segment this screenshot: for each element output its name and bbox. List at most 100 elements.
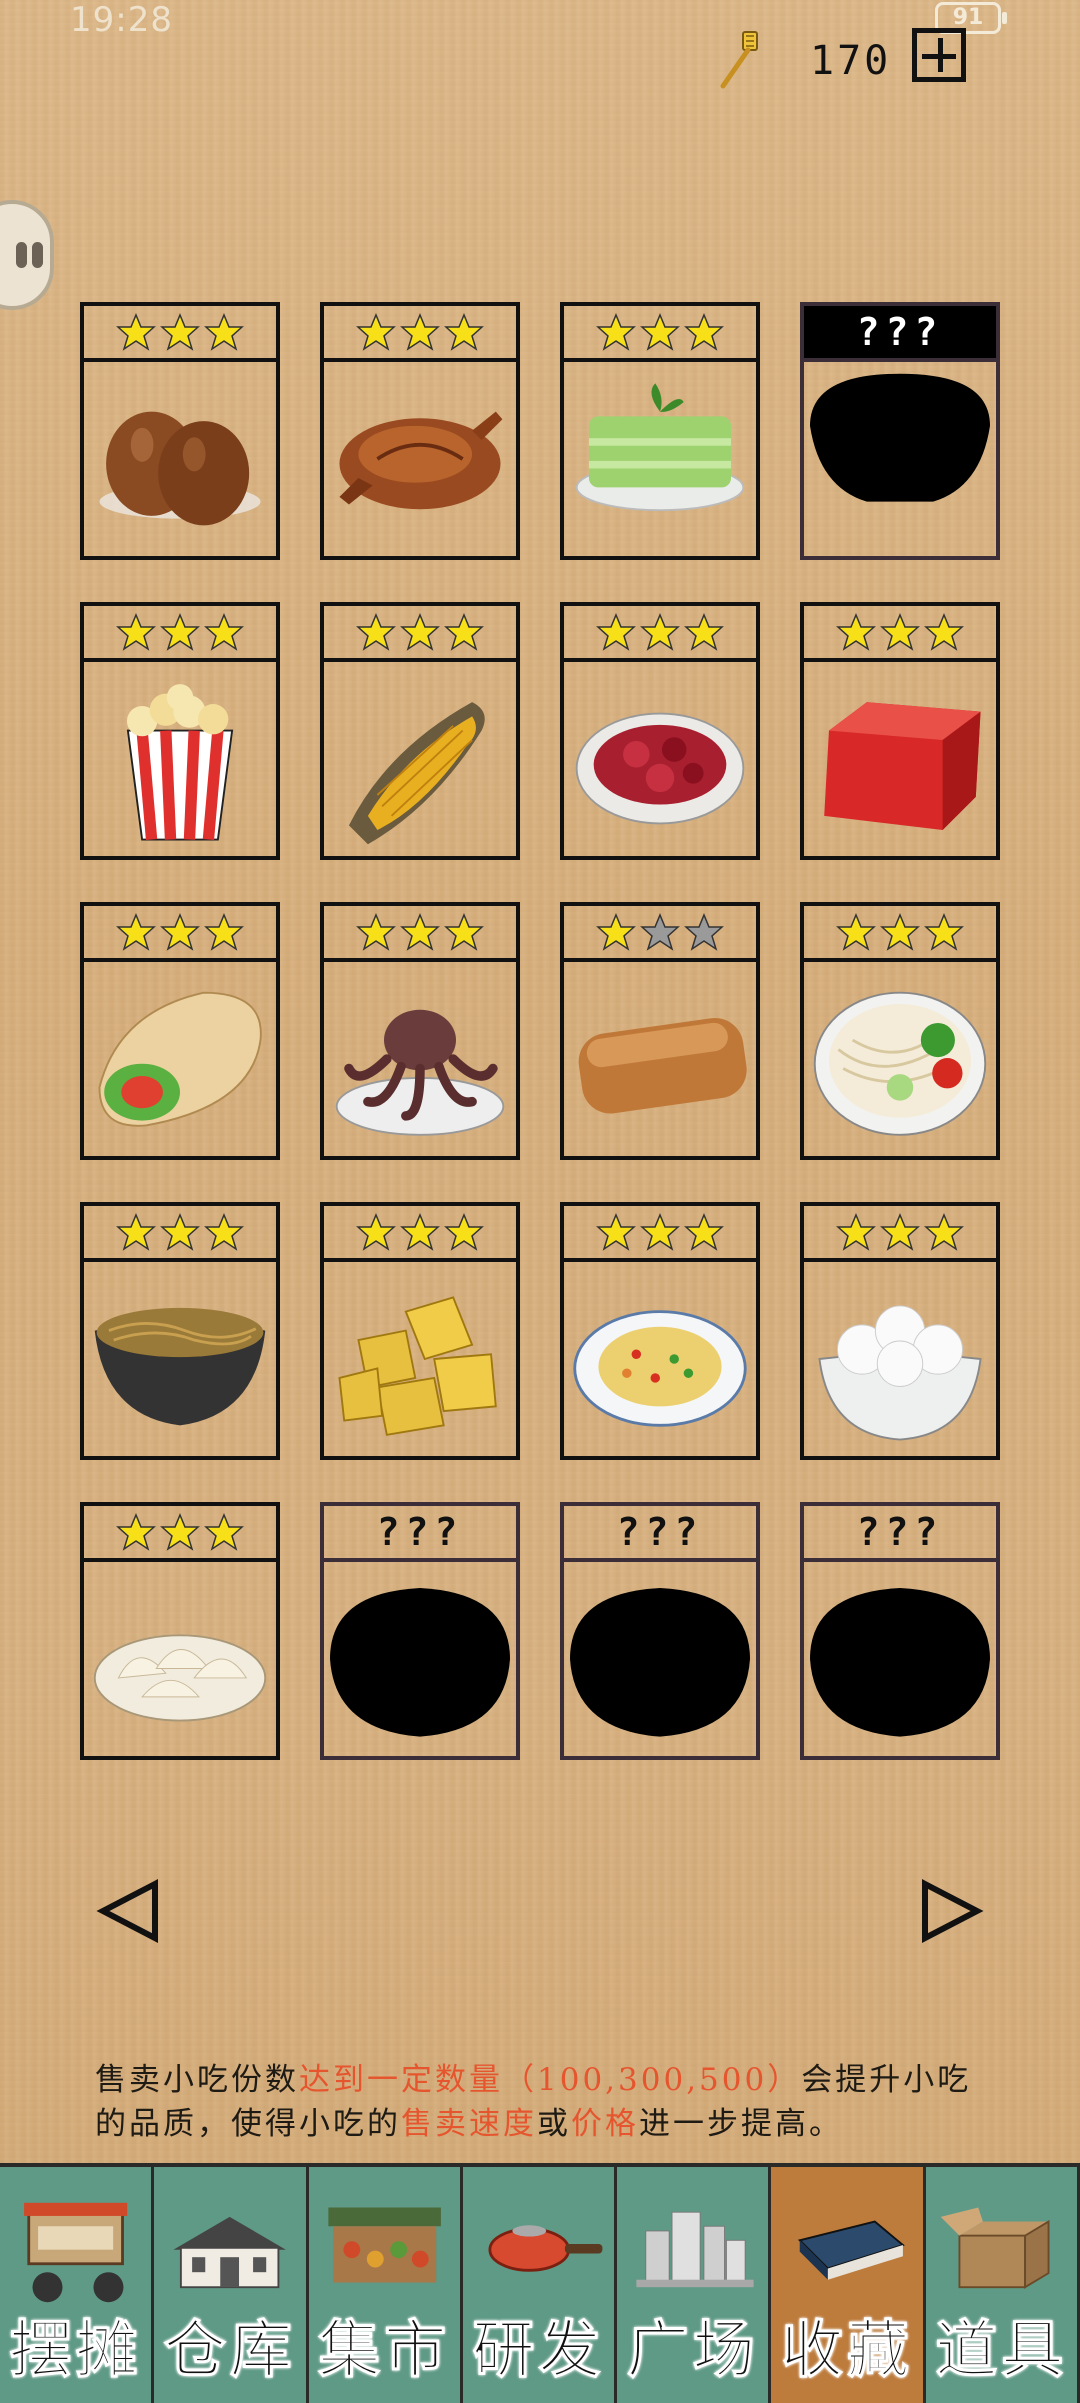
collection-card-dark-noodles[interactable] — [80, 1202, 280, 1460]
food-image-roasted-corn — [330, 668, 510, 850]
food-image-dumplings — [90, 1568, 270, 1750]
collection-card-popcorn[interactable] — [80, 602, 280, 860]
food-image-braised-meat — [570, 668, 750, 850]
collection-card-noodles-bowl[interactable] — [800, 902, 1000, 1160]
star-icon — [924, 613, 964, 651]
nav-tab-4[interactable]: 广场 — [617, 2163, 772, 2403]
status-time: 19:28 — [70, 0, 173, 40]
food-image-roast-chicken — [330, 368, 510, 550]
food-image-red-tofu — [810, 668, 990, 850]
star-icon — [116, 1213, 156, 1251]
food-image-noodles-bowl — [810, 968, 990, 1150]
prev-page-arrow[interactable] — [95, 1876, 165, 1946]
star-icon — [836, 613, 876, 651]
card-header — [84, 1506, 276, 1562]
nav-tab-5[interactable]: 收藏 — [771, 2163, 926, 2403]
nav-label: 集市 — [318, 2313, 451, 2387]
food-image-tea-eggs — [90, 368, 270, 550]
coin-count: 170 — [810, 38, 892, 84]
star-icon — [924, 913, 964, 951]
collection-card-crackers[interactable] — [320, 1202, 520, 1460]
collection-card-roast-chicken[interactable] — [320, 302, 520, 560]
info-text-1: 售卖小吃份数 — [95, 2062, 299, 2098]
star-icon — [684, 913, 724, 951]
card-header — [564, 606, 756, 662]
card-header — [564, 906, 756, 962]
star-icon — [204, 613, 244, 651]
star-icon — [204, 1213, 244, 1251]
card-header — [804, 1206, 996, 1262]
star-icon — [640, 1213, 680, 1251]
add-currency-button[interactable] — [912, 28, 966, 82]
next-page-arrow[interactable] — [915, 1876, 985, 1946]
collection-card-roasted-corn[interactable] — [320, 602, 520, 860]
star-icon — [444, 613, 484, 651]
card-header — [84, 1206, 276, 1262]
card-header — [84, 606, 276, 662]
book-icon — [781, 2185, 912, 2305]
collection-card-rice-balls[interactable] — [800, 1202, 1000, 1460]
collection-card-red-tofu[interactable] — [800, 602, 1000, 860]
info-text-3: 或 — [537, 2106, 571, 2142]
card-header — [804, 906, 996, 962]
collection-card-unknown-3[interactable]: ??? — [560, 1502, 760, 1760]
collection-card-octopus[interactable] — [320, 902, 520, 1160]
card-header — [84, 306, 276, 362]
collection-card-unknown-2[interactable]: ??? — [320, 1502, 520, 1760]
collection-card-unknown-4[interactable]: ??? — [800, 1502, 1000, 1760]
card-header — [324, 906, 516, 962]
nav-label: 收藏 — [781, 2313, 914, 2387]
collection-card-fried-dough[interactable] — [560, 902, 760, 1160]
star-icon — [400, 1213, 440, 1251]
card-header: ??? — [324, 1506, 516, 1562]
collection-card-dumplings[interactable] — [80, 1502, 280, 1760]
star-icon — [684, 313, 724, 351]
star-icon — [684, 1213, 724, 1251]
star-icon — [116, 1513, 156, 1551]
star-icon — [160, 313, 200, 351]
star-icon — [204, 913, 244, 951]
star-icon — [116, 613, 156, 651]
star-icon — [880, 913, 920, 951]
card-header: ??? — [564, 1506, 756, 1562]
nav-label: 道具 — [935, 2313, 1068, 2387]
locked-label: ??? — [856, 1510, 944, 1554]
card-header — [84, 906, 276, 962]
locked-label: ??? — [616, 1510, 704, 1554]
star-icon — [836, 913, 876, 951]
info-highlight-3: 价格 — [571, 2106, 639, 2142]
star-icon — [356, 1213, 396, 1251]
collection-card-unknown-1[interactable]: ??? — [800, 302, 1000, 560]
collection-card-pancake-roll[interactable] — [80, 902, 280, 1160]
side-menu-tab[interactable] — [0, 200, 54, 310]
card-header — [804, 606, 996, 662]
pause-icon — [16, 242, 27, 268]
collection-card-braised-meat[interactable] — [560, 602, 760, 860]
nav-tab-6[interactable]: 道具 — [925, 2163, 1080, 2403]
star-icon — [640, 913, 680, 951]
star-icon — [204, 313, 244, 351]
info-text-4: 进一步提高。 — [639, 2106, 843, 2142]
locked-silhouette — [570, 1568, 750, 1750]
locked-silhouette — [330, 1568, 510, 1750]
nav-label: 研发 — [472, 2313, 605, 2387]
nav-tab-2[interactable]: 集市 — [308, 2163, 463, 2403]
star-icon — [880, 1213, 920, 1251]
info-highlight-1: 达到一定数量（100,300,500） — [299, 2062, 802, 2098]
star-icon — [444, 1213, 484, 1251]
nav-tab-3[interactable]: 研发 — [462, 2163, 618, 2403]
locked-silhouette — [810, 368, 990, 550]
collection-card-tea-eggs[interactable] — [80, 302, 280, 560]
collection-card-fried-rice[interactable] — [560, 1202, 760, 1460]
nav-tab-1[interactable]: 仓库 — [154, 2163, 309, 2403]
food-image-dark-noodles — [90, 1268, 270, 1450]
star-icon — [160, 1213, 200, 1251]
food-image-popcorn — [90, 668, 270, 850]
collection-card-green-bean-cake[interactable] — [560, 302, 760, 560]
star-icon — [356, 613, 396, 651]
nav-tab-0[interactable]: 摆摊 — [0, 2163, 155, 2403]
star-icon — [640, 613, 680, 651]
nav-label: 摆摊 — [9, 2313, 142, 2387]
star-icon — [444, 913, 484, 951]
frying-pan-icon — [473, 2185, 604, 2305]
